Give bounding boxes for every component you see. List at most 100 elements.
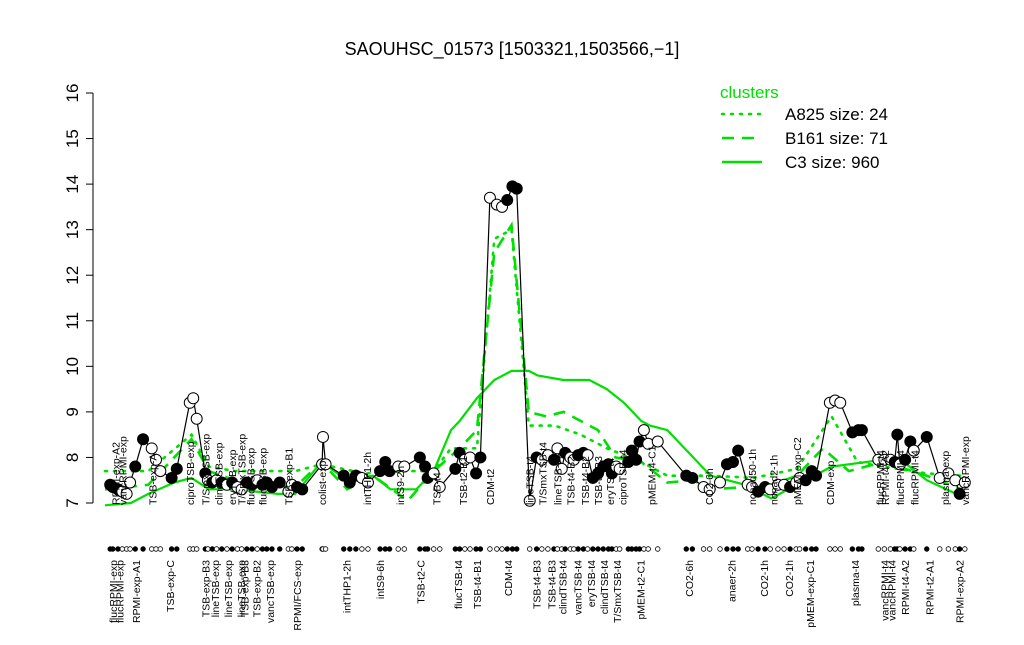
rug-mark	[140, 546, 146, 552]
y-tick-label: 12	[63, 266, 82, 285]
rug-mark	[499, 546, 505, 552]
x-axis-label: TSB-exp-B3	[239, 560, 251, 617]
point-label: vancRPMI-exp	[117, 436, 129, 505]
point-label: TSB-t4-B3	[593, 456, 605, 505]
point-label: T/SmxTSB-t4	[538, 442, 550, 505]
rug-mark	[616, 546, 623, 552]
point-label: TSB-t2-B1	[458, 456, 470, 505]
point-label: TSB-exp-B1	[283, 448, 295, 505]
rug-mark	[562, 546, 568, 552]
rug-mark	[724, 546, 730, 552]
rug-mark	[437, 546, 443, 552]
rug-mark	[244, 546, 250, 552]
x-axis-label: lineTSB-exp	[210, 560, 222, 617]
legend-entry: C3 size: 960	[785, 153, 880, 172]
legend-entry: A825 size: 24	[785, 105, 888, 124]
rug-mark	[213, 546, 220, 552]
y-tick-label: 16	[63, 84, 82, 103]
rug-mark	[629, 546, 635, 552]
rug-mark	[401, 546, 407, 552]
point-label: flucTSB-exp	[257, 448, 269, 505]
rug-mark	[395, 546, 401, 552]
legend-entry: B161 size: 71	[785, 129, 888, 148]
rug-mark	[456, 546, 463, 552]
rug-mark	[645, 546, 651, 552]
rug-mark	[875, 546, 882, 552]
data-point	[137, 433, 150, 446]
rug-mark	[956, 546, 963, 552]
rug-mark	[259, 546, 266, 552]
rug-mark	[887, 546, 894, 552]
x-axis-label: RPMI/FCS-exp	[292, 560, 304, 631]
rug-mark	[504, 546, 510, 552]
rug-mark	[641, 546, 647, 552]
rug-mark	[730, 546, 736, 552]
point-label: TSB-t4-B2	[580, 456, 592, 505]
rug-mark	[353, 546, 359, 552]
point-label: CO2-6h	[704, 468, 716, 505]
rug-mark	[911, 546, 917, 552]
point-label: colist-exp	[317, 460, 329, 505]
x-axis-label: vancTSB-t4	[572, 560, 584, 615]
rug-mark	[527, 546, 533, 552]
rug-mark	[809, 546, 815, 552]
series-A825	[103, 227, 963, 480]
x-axis-label: clindTSB-t4	[599, 560, 611, 614]
point-label: TSB-exp-A	[148, 454, 160, 505]
x-axis-label: intTHP1-2h	[341, 560, 353, 613]
rug-mark	[881, 546, 888, 552]
rug-mark	[157, 546, 164, 552]
x-axis-label: TSB-t4-B1	[472, 560, 484, 609]
rug-mark	[584, 546, 591, 552]
rug-mark	[595, 546, 601, 552]
point-label: nonad50-1h	[747, 449, 759, 505]
rug-mark	[775, 546, 781, 552]
x-axis-label: TSB-t2-C	[416, 560, 428, 604]
rug-mark	[655, 546, 661, 552]
rug-mark	[897, 546, 903, 552]
rug-mark	[174, 546, 180, 552]
rug-mark	[238, 546, 245, 552]
rug-mark	[277, 546, 283, 552]
data-point	[714, 476, 727, 489]
point-label: flucTSB-exp	[245, 448, 257, 505]
point-label: T/SmxTSB-exp	[200, 434, 212, 505]
rug-mark	[431, 546, 437, 552]
rug-mark	[299, 546, 305, 552]
rug-mark	[205, 546, 211, 552]
rug-mark	[539, 546, 545, 552]
rug-mark	[494, 546, 500, 552]
rug-mark	[467, 546, 473, 552]
rug-mark	[683, 546, 689, 552]
y-tick-label: 7	[63, 498, 82, 507]
rug-mark	[580, 546, 587, 552]
data-point	[187, 392, 200, 405]
rug-mark	[347, 546, 353, 552]
legend: clusters A825 size: 24 B161 size: 71 C3 si…	[720, 83, 888, 172]
point-label: intS9-2h	[395, 466, 407, 505]
rug-mark	[417, 546, 423, 552]
rug-mark	[462, 546, 468, 552]
point-label: flucRPMI-t4	[910, 450, 922, 505]
x-axis-label: clindTSB-t4	[558, 560, 570, 614]
rug-mark	[473, 546, 479, 552]
x-axis-label: intS9-6h	[375, 560, 387, 599]
x-axis-label: RPMI-t2-A1	[924, 560, 936, 615]
y-tick-label: 13	[63, 220, 82, 239]
rug-mark	[937, 546, 943, 552]
rug-mark	[127, 546, 133, 552]
y-tick-label: 9	[63, 407, 82, 416]
rug-mark	[859, 546, 865, 552]
rug-mark	[636, 546, 643, 552]
x-axis-label: vancRPMI-t4	[886, 560, 898, 621]
data-point	[810, 469, 823, 482]
x-axis-label: TSB-exp-C	[165, 560, 177, 612]
rug-mark	[813, 546, 819, 552]
point-label: CDM-t2	[485, 469, 497, 505]
rug-mark	[924, 546, 930, 552]
rug-mark	[115, 546, 121, 552]
rug-mark	[802, 546, 809, 552]
rug-mark	[849, 546, 856, 552]
data-point	[470, 467, 483, 480]
point-labels: RPMI-exp-A2vancRPMI-exp TSB-exp-A ciproTSB…	[110, 434, 971, 505]
